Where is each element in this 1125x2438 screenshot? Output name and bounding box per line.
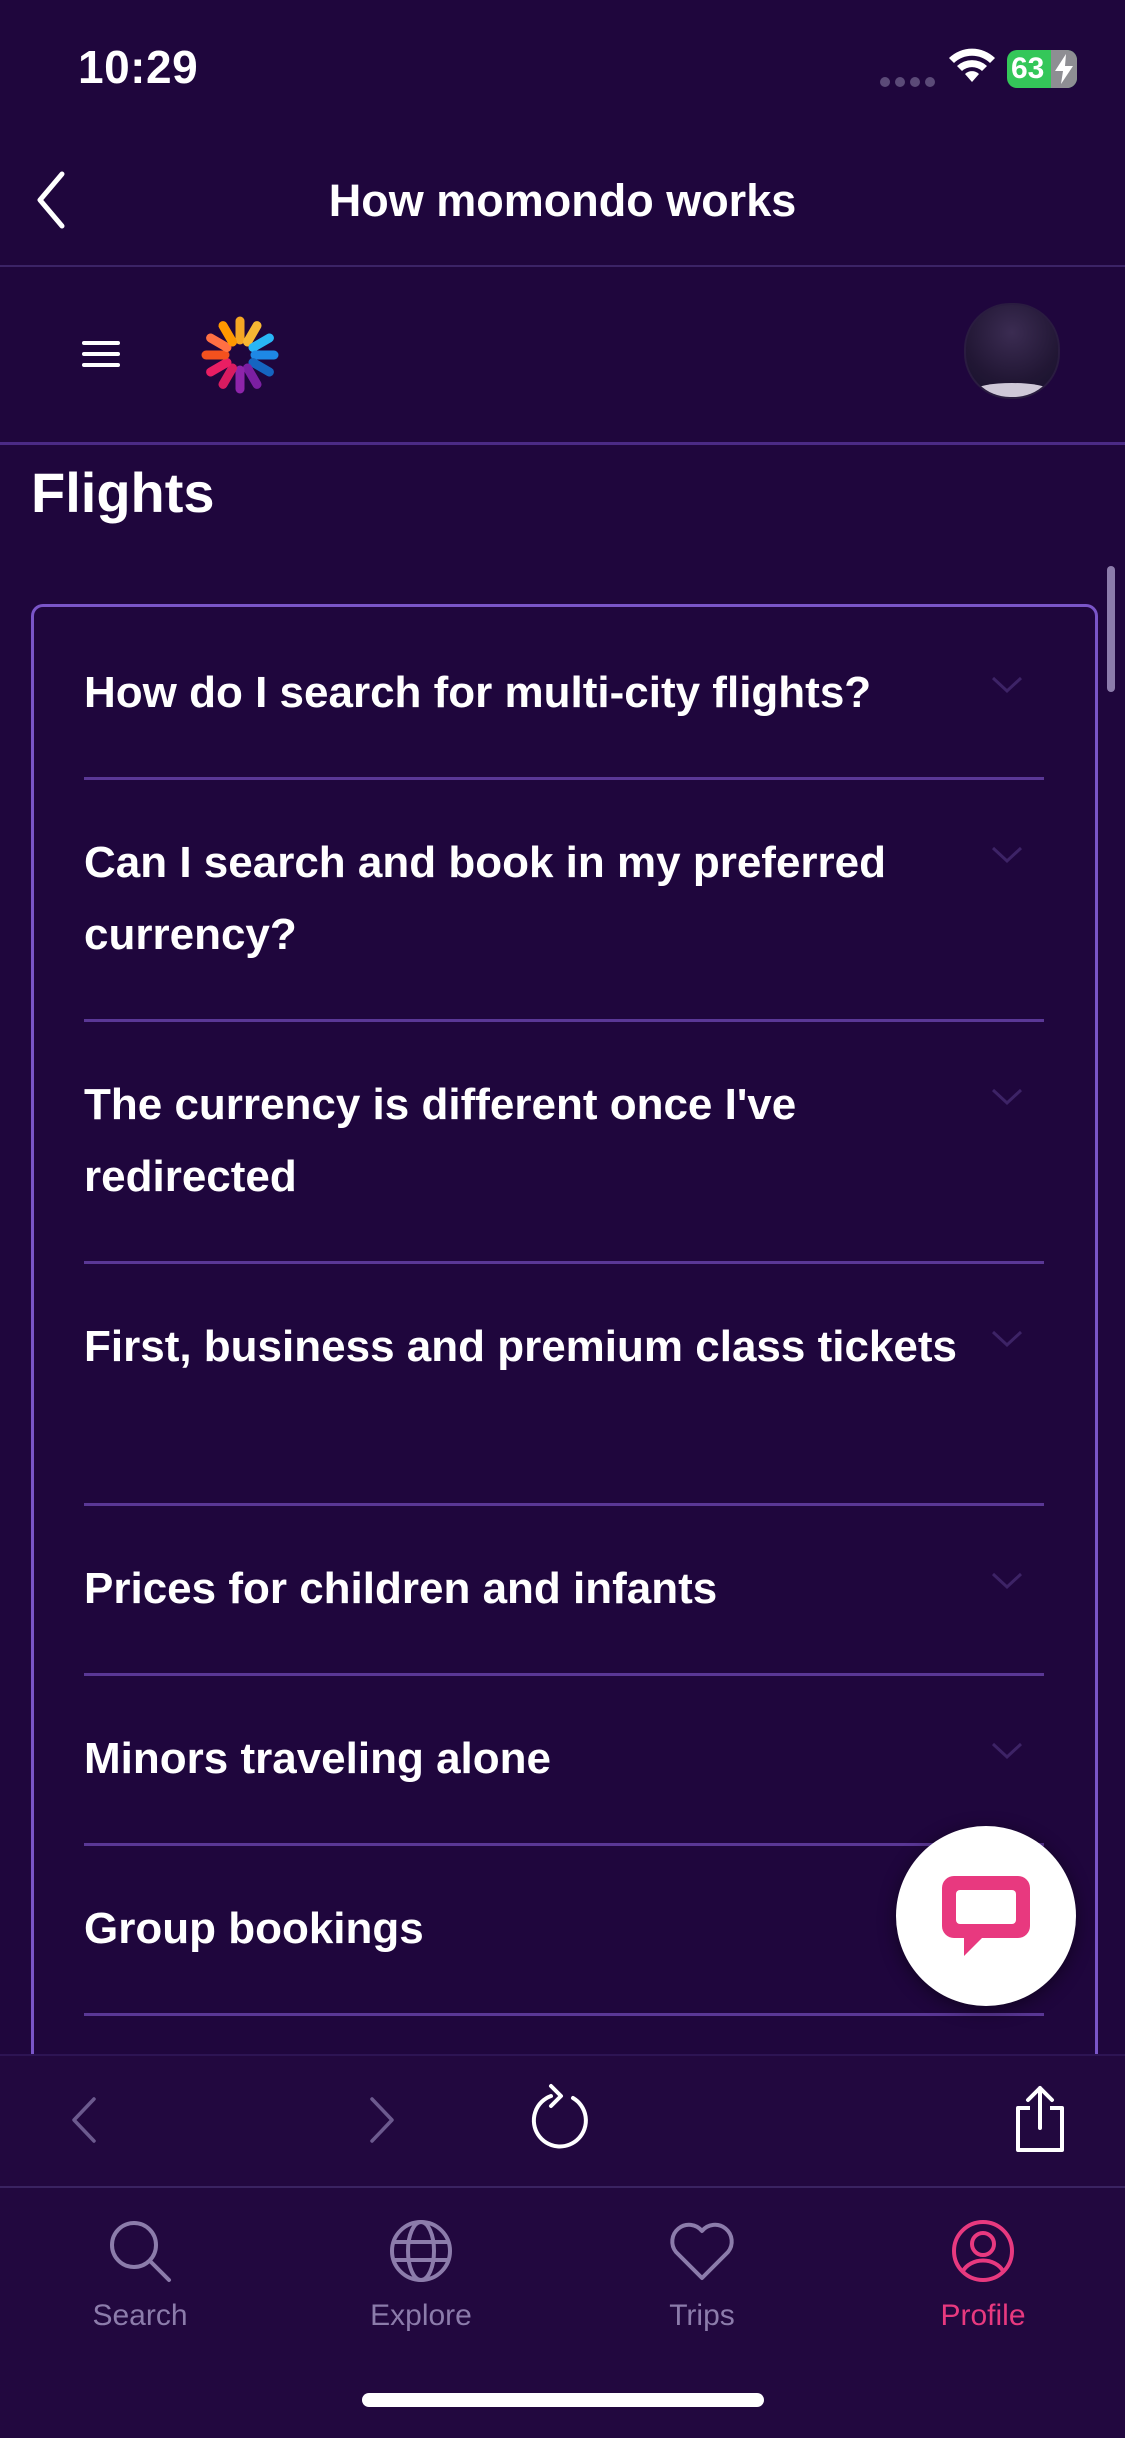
wifi-icon	[949, 48, 995, 82]
faq-item[interactable]: The currency is different once I've redi…	[84, 1019, 1044, 1264]
tab-label: Search	[92, 2299, 188, 2332]
section-title: Flights	[31, 461, 215, 524]
faq-item[interactable]: How do I search for multi-city flights?	[84, 607, 1044, 780]
profile-icon	[952, 2220, 1014, 2282]
faq-item[interactable]: Minors traveling alone	[84, 1673, 1044, 1846]
reload-icon[interactable]	[527, 2082, 597, 2156]
faq-item[interactable]: First, business and premium class ticket…	[84, 1261, 1044, 1506]
faq-item[interactable]: Can I search and book in my preferred cu…	[84, 777, 1044, 1022]
tab-explore[interactable]: Explore	[331, 2216, 511, 2333]
browser-forward-icon[interactable]	[368, 2096, 396, 2144]
avatar[interactable]	[964, 303, 1060, 399]
scrollbar[interactable]	[1107, 566, 1115, 692]
faq-question: Prices for children and infants	[84, 1564, 718, 1613]
tab-label: Profile	[940, 2299, 1026, 2332]
charging-bolt-icon	[1055, 54, 1073, 84]
faq-question: Can I search and book in my preferred cu…	[84, 838, 887, 959]
status-bar: 10:29 63	[0, 0, 1125, 130]
faq-question: First, business and premium class ticket…	[84, 1322, 957, 1371]
faq-question: The currency is different once I've redi…	[84, 1080, 797, 1201]
faq-item[interactable]: Prices for children and infants	[84, 1503, 1044, 1676]
tab-search[interactable]: Search	[50, 2216, 230, 2333]
browser-back-icon[interactable]	[70, 2096, 98, 2144]
tab-label: Trips	[669, 2299, 735, 2332]
divider	[84, 2013, 1044, 2016]
chevron-down-icon	[991, 676, 1023, 694]
momondo-logo[interactable]	[200, 315, 280, 395]
battery-level: 63	[1011, 52, 1045, 85]
status-time: 10:29	[78, 41, 199, 93]
chat-bubble-icon	[942, 1876, 1030, 1956]
share-icon[interactable]	[1012, 2084, 1068, 2154]
tab-trips[interactable]: Trips	[612, 2216, 792, 2333]
navigation-bar: How momondo works	[0, 130, 1125, 267]
faq-question: Minors traveling alone	[84, 1734, 551, 1783]
chevron-down-icon	[991, 1330, 1023, 1348]
chevron-down-icon	[991, 1742, 1023, 1760]
globe-icon	[390, 2220, 452, 2282]
chevron-down-icon	[991, 1572, 1023, 1590]
page-title: How momondo works	[328, 175, 797, 226]
menu-icon[interactable]	[82, 341, 120, 374]
heart-icon	[670, 2222, 734, 2280]
web-header	[0, 267, 1125, 445]
chevron-down-icon	[991, 846, 1023, 864]
chat-button[interactable]	[896, 1826, 1076, 2006]
cellular-signal-icon	[880, 74, 940, 92]
battery-icon: 63	[1007, 50, 1077, 88]
browser-toolbar	[0, 2054, 1125, 2188]
faq-question: How do I search for multi-city flights?	[84, 668, 872, 717]
home-indicator	[362, 2393, 764, 2407]
faq-question: Group bookings	[84, 1904, 424, 1953]
tab-label: Explore	[370, 2299, 472, 2332]
chevron-down-icon	[991, 1088, 1023, 1106]
search-icon	[110, 2221, 171, 2282]
tab-profile[interactable]: Profile	[893, 2216, 1073, 2333]
